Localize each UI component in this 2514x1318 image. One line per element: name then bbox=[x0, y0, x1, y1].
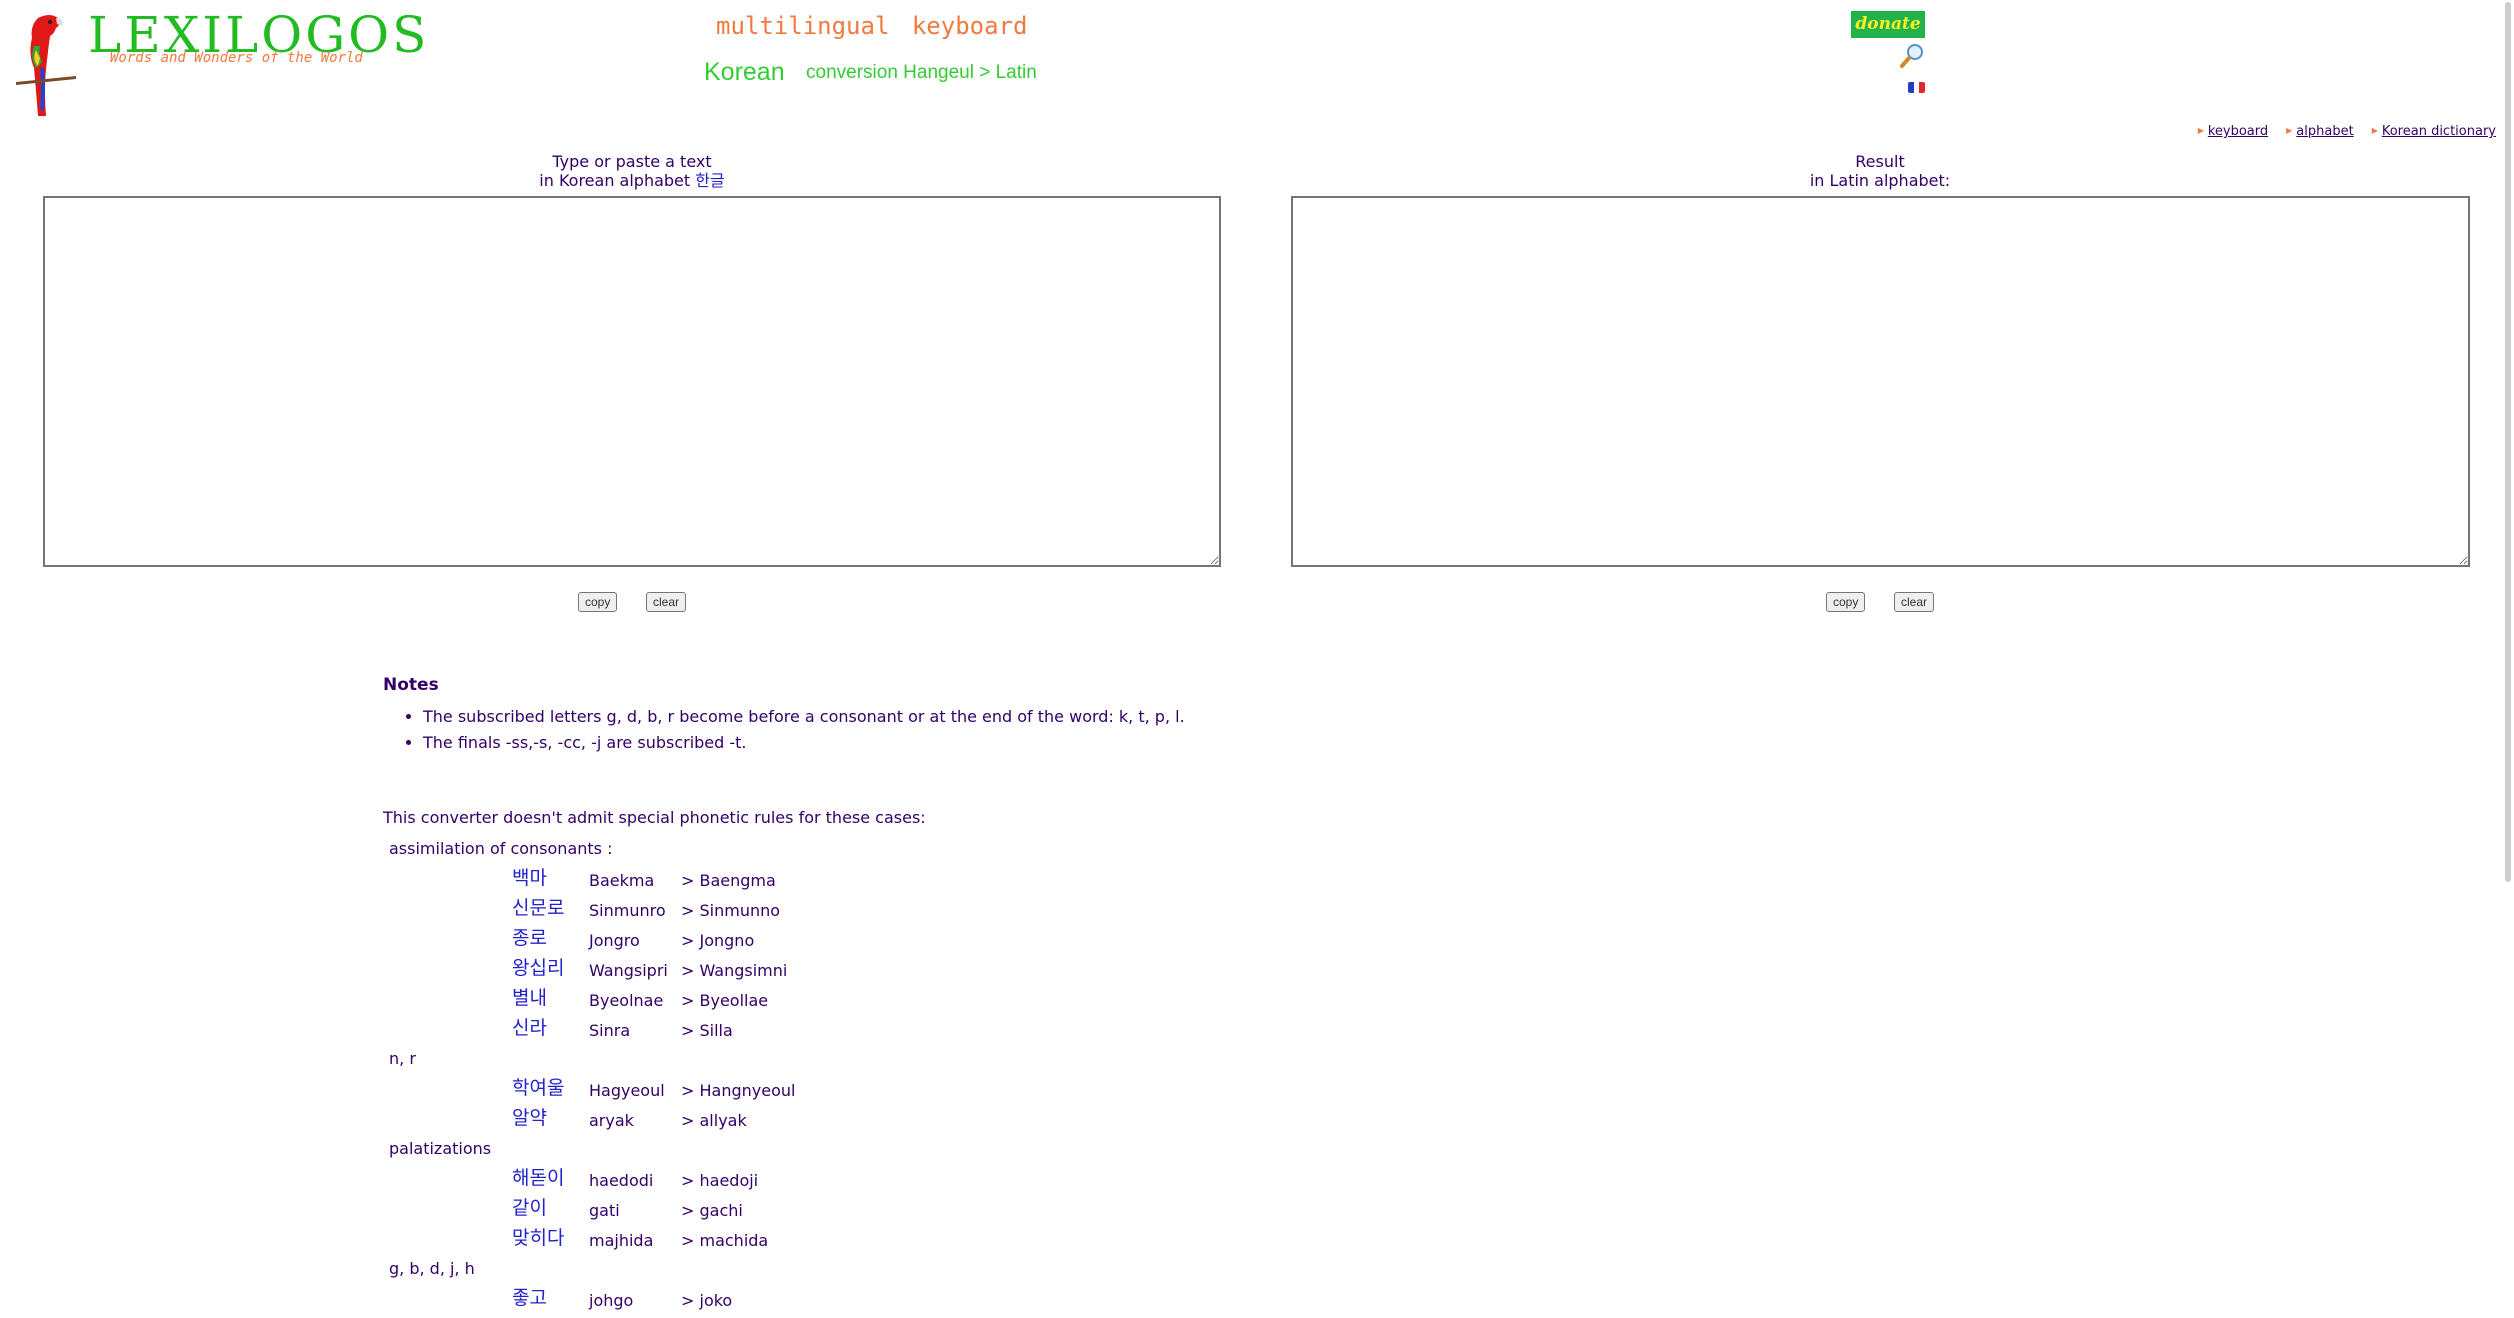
case-row: 좋고 johgo > joko bbox=[389, 1280, 795, 1310]
korean-word[interactable]: 해돋이 bbox=[512, 1163, 589, 1190]
output-label: Result in Latin alphabet: bbox=[1809, 152, 1951, 190]
parrot-logo-icon[interactable] bbox=[10, 10, 80, 124]
french-language-button[interactable] bbox=[1908, 82, 1925, 93]
conversion-subtitle: conversion Hangeul > Latin bbox=[806, 62, 1037, 83]
korean-word[interactable]: 신문로 bbox=[512, 893, 589, 920]
arrow-bullet-icon: ▶ bbox=[2286, 126, 2293, 135]
phonetic-cases: assimilation of consonants : 백마 Baekma > Ba… bbox=[389, 838, 795, 1318]
case-row: 알약 aryak > allyak bbox=[389, 1100, 795, 1130]
corrected-result: > gachi bbox=[681, 1201, 743, 1220]
hangul-link[interactable]: 한글 bbox=[695, 171, 724, 190]
korean-word[interactable]: 별내 bbox=[512, 983, 589, 1010]
korean-word[interactable]: 신라 bbox=[512, 1013, 589, 1040]
corrected-result: > Baengma bbox=[681, 871, 776, 890]
case-row: 맞히다 majhida > machida bbox=[389, 1220, 795, 1250]
top-links-nav: ▶ keyboard ▶ alphabet ▶ Korean dictionary bbox=[2198, 124, 2496, 139]
case-row: 신라 Sinra > Silla bbox=[389, 1010, 795, 1040]
romanized-word: Hagyeoul bbox=[589, 1081, 665, 1100]
korean-word[interactable]: 맞히다 bbox=[512, 1223, 589, 1250]
link-alphabet[interactable]: alphabet bbox=[2296, 124, 2353, 139]
corrected-result: > haedoji bbox=[681, 1171, 759, 1190]
case-group-title: g, b, d, j, h bbox=[389, 1259, 475, 1278]
case-row: 같이 gati > gachi bbox=[389, 1190, 795, 1220]
korean-word[interactable]: 알약 bbox=[512, 1103, 589, 1130]
cases-intro: This converter doesn't admit special pho… bbox=[383, 808, 926, 827]
korean-word[interactable]: 종로 bbox=[512, 923, 589, 950]
magnifier-icon bbox=[1899, 44, 1925, 74]
corrected-result: > allyak bbox=[681, 1111, 747, 1130]
romanized-word: Byeolnae bbox=[589, 991, 664, 1010]
case-row: 해돋이 haedodi > haedoji bbox=[389, 1160, 795, 1190]
scrollbar-thumb[interactable] bbox=[2505, 2, 2511, 882]
corrected-result: > Hangnyeoul bbox=[681, 1081, 796, 1100]
case-group: n, r 학여울 Hagyeoul > Hangnyeoul 알약 aryak > ally… bbox=[389, 1048, 795, 1130]
site-tagline: Words and Wonders of the World bbox=[110, 50, 363, 66]
case-group: assimilation of consonants : 백마 Baekma > Ba… bbox=[389, 838, 795, 1040]
search-button[interactable] bbox=[1899, 42, 1925, 70]
korean-word[interactable]: 학여울 bbox=[512, 1073, 589, 1100]
case-group-title: assimilation of consonants : bbox=[389, 839, 613, 858]
romanized-word: johgo bbox=[589, 1291, 634, 1310]
case-row: 왕십리 Wangsipri > Wangsimni bbox=[389, 950, 795, 980]
romanized-word: haedodi bbox=[589, 1171, 654, 1190]
case-row: 백마 Baekma > Baengma bbox=[389, 860, 795, 890]
case-row: 신문로 Sinmunro > Sinmunno bbox=[389, 890, 795, 920]
input-label: Type or paste a text in Korean alphabet … bbox=[539, 152, 725, 190]
copy-input-button[interactable]: copy bbox=[578, 592, 618, 612]
corrected-result: > Silla bbox=[681, 1021, 733, 1040]
language-title: Korean bbox=[704, 58, 785, 86]
case-group: palatizations 해돋이 haedodi > haedoji 같이 gati > … bbox=[389, 1138, 795, 1250]
clear-input-button[interactable]: clear bbox=[646, 592, 687, 612]
corrected-result: > Wangsimni bbox=[681, 961, 788, 980]
link-korean-dictionary[interactable]: Korean dictionary bbox=[2382, 124, 2496, 139]
arrow-bullet-icon: ▶ bbox=[2371, 126, 2378, 135]
note-item: The finals -ss,-s, -cc, -j are subscribe… bbox=[423, 730, 1185, 756]
link-keyboard[interactable]: keyboard bbox=[2208, 124, 2268, 139]
latin-output-textarea[interactable] bbox=[1291, 196, 2470, 567]
donate-button[interactable]: donate bbox=[1851, 11, 1925, 38]
romanized-word: Wangsipri bbox=[589, 961, 668, 980]
case-group: g, b, d, j, h 좋고 johgo > joko bbox=[389, 1258, 795, 1310]
romanized-word: Sinra bbox=[589, 1021, 631, 1040]
copy-output-button[interactable]: copy bbox=[1826, 592, 1866, 612]
notes-list: The subscribed letters g, d, b, r become… bbox=[383, 704, 1185, 756]
corrected-result: > Jongno bbox=[681, 931, 755, 950]
corrected-result: > joko bbox=[681, 1291, 733, 1310]
korean-word[interactable]: 왕십리 bbox=[512, 953, 589, 980]
corrected-result: > machida bbox=[681, 1231, 769, 1250]
case-row: 별내 Byeolnae > Byeollae bbox=[389, 980, 795, 1010]
korean-input-textarea[interactable] bbox=[43, 196, 1221, 567]
korean-word[interactable]: 백마 bbox=[512, 863, 589, 890]
arrow-bullet-icon: ▶ bbox=[2197, 126, 2204, 135]
case-row: 종로 Jongro > Jongno bbox=[389, 920, 795, 950]
romanized-word: Jongro bbox=[589, 931, 640, 950]
corrected-result: > Sinmunno bbox=[681, 901, 781, 920]
romanized-word: Sinmunro bbox=[589, 901, 666, 920]
note-item: The subscribed letters g, d, b, r become… bbox=[423, 704, 1185, 730]
romanized-word: gati bbox=[589, 1201, 620, 1220]
case-group-title: n, r bbox=[389, 1049, 416, 1068]
romanized-word: aryak bbox=[589, 1111, 634, 1130]
case-group-title: palatizations bbox=[389, 1139, 492, 1158]
corrected-result: > Byeollae bbox=[681, 991, 769, 1010]
romanized-word: Baekma bbox=[589, 871, 655, 890]
romanized-word: majhida bbox=[589, 1231, 654, 1250]
clear-output-button[interactable]: clear bbox=[1894, 592, 1935, 612]
notes-heading: Notes bbox=[383, 675, 439, 695]
korean-word[interactable]: 같이 bbox=[512, 1193, 589, 1220]
case-row: 학여울 Hagyeoul > Hangnyeoul bbox=[389, 1070, 795, 1100]
keyboard-title: multilingual keyboard bbox=[716, 12, 1028, 40]
